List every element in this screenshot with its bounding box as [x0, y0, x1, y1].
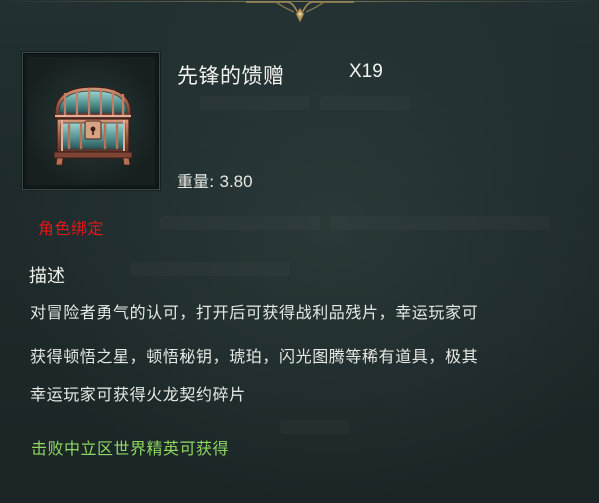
item-weight: 重量: 3.80 [177, 168, 253, 192]
acquisition-source: 击败中立区世界精英可获得 [31, 439, 230, 458]
item-count: X19 [349, 61, 383, 82]
ornament-icon [246, 1, 354, 23]
top-border [0, 0, 599, 23]
treasure-chest-icon [53, 86, 133, 166]
item-name: 先锋的馈赠 [177, 64, 285, 88]
description-line: 对冒险者勇气的认可，打开后可获得战利品残片，幸运玩家可 [30, 303, 479, 322]
description-line: 幸运玩家可获得火龙契约碎片 [30, 385, 246, 404]
description-title: 描述 [29, 266, 65, 287]
description-line: 获得顿悟之星，顿悟秘钥，琥珀，闪光图腾等稀有道具，极其 [30, 347, 479, 366]
binding-status: 角色绑定 [38, 219, 105, 238]
weight-value: 3.80 [219, 172, 253, 191]
item-icon-background [27, 57, 155, 185]
item-icon-frame[interactable] [22, 52, 160, 190]
weight-label: 重量: [177, 172, 215, 191]
item-tooltip-panel: 先锋的馈赠 X19 重量: 3.80 角色绑定 描述 对冒险者勇气的认可，打开后… [0, 0, 599, 503]
